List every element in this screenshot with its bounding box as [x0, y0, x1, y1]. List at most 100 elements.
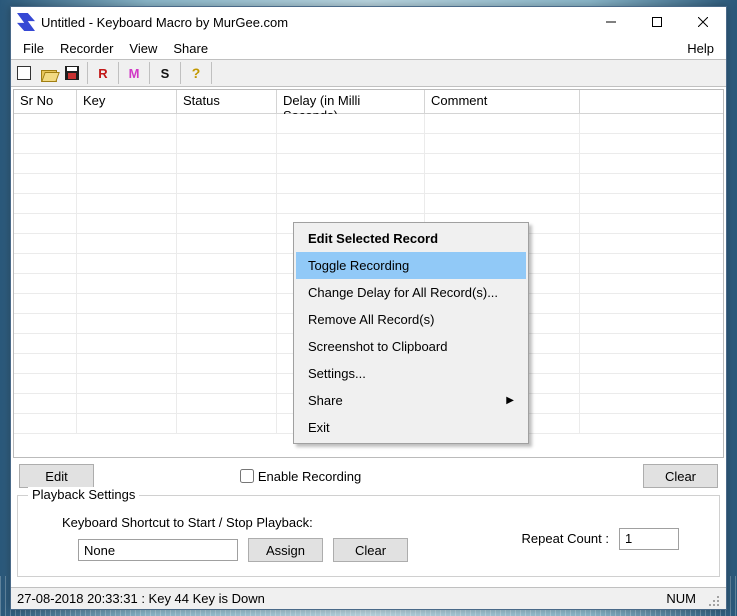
context-menu-item[interactable]: Change Delay for All Record(s)... [296, 279, 526, 306]
resize-grip-icon[interactable] [704, 591, 720, 607]
table-cell [14, 354, 77, 374]
table-cell [14, 234, 77, 254]
enable-recording-checkbox[interactable]: Enable Recording [240, 469, 361, 484]
toolbar-separator [180, 62, 181, 84]
table-cell [277, 194, 425, 214]
repeat-count-input[interactable] [619, 528, 679, 550]
table-cell [14, 274, 77, 294]
new-button[interactable] [13, 62, 35, 84]
s-icon: S [161, 66, 170, 81]
edit-button[interactable]: Edit [19, 464, 94, 488]
table-cell [77, 154, 177, 174]
table-cell [14, 294, 77, 314]
col-status[interactable]: Status [177, 90, 277, 114]
context-menu-item[interactable]: Settings... [296, 360, 526, 387]
table-cell [77, 314, 177, 334]
new-file-icon [17, 66, 31, 80]
table-cell [277, 114, 425, 134]
table-cell [77, 414, 177, 434]
m-icon: M [129, 66, 140, 81]
stop-button[interactable]: S [154, 62, 176, 84]
save-button[interactable] [61, 62, 83, 84]
col-srno[interactable]: Sr No [14, 90, 77, 114]
menu-view[interactable]: View [121, 39, 165, 58]
minimize-button[interactable] [588, 7, 634, 37]
maximize-button[interactable] [634, 7, 680, 37]
table-row[interactable] [14, 174, 723, 194]
help-icon: ? [192, 65, 201, 81]
status-num: NUM [666, 591, 696, 606]
col-key[interactable]: Key [77, 90, 177, 114]
table-cell [77, 114, 177, 134]
context-menu-label: Change Delay for All Record(s)... [308, 285, 498, 300]
toolbar-separator [149, 62, 150, 84]
shortcut-label: Keyboard Shortcut to Start / Stop Playba… [28, 515, 408, 530]
menu-share[interactable]: Share [165, 39, 216, 58]
table-header: Sr No Key Status Delay (in Milli Seconds… [14, 90, 723, 114]
table-cell [425, 174, 580, 194]
table-cell [425, 114, 580, 134]
submenu-arrow-icon: ▶ [506, 395, 514, 406]
table-cell [177, 174, 277, 194]
menu-help[interactable]: Help [679, 39, 722, 58]
playback-clear-button[interactable]: Clear [333, 538, 408, 562]
table-cell [14, 174, 77, 194]
enable-recording-input[interactable] [240, 469, 254, 483]
context-menu-label: Share [308, 393, 343, 408]
context-menu-item[interactable]: Screenshot to Clipboard [296, 333, 526, 360]
record-button[interactable]: R [92, 62, 114, 84]
open-folder-icon [41, 66, 55, 80]
table-cell [77, 354, 177, 374]
table-row[interactable] [14, 134, 723, 154]
clear-button[interactable]: Clear [643, 464, 718, 488]
context-menu-item[interactable]: Remove All Record(s) [296, 306, 526, 333]
table-cell [425, 194, 580, 214]
table-cell [177, 334, 277, 354]
col-delay[interactable]: Delay (in Milli Seconds) [277, 90, 425, 114]
col-comment[interactable]: Comment [425, 90, 580, 114]
menu-file[interactable]: File [15, 39, 52, 58]
context-menu-item[interactable]: Exit [296, 414, 526, 441]
table-cell [77, 394, 177, 414]
context-menu-item[interactable]: Toggle Recording [296, 252, 526, 279]
table-row[interactable] [14, 194, 723, 214]
repeat-count-label: Repeat Count : [522, 531, 609, 546]
context-menu-label: Settings... [308, 366, 366, 381]
table-cell [277, 154, 425, 174]
title-bar: Untitled - Keyboard Macro by MurGee.com [11, 7, 726, 37]
table-cell [77, 234, 177, 254]
context-menu-label: Screenshot to Clipboard [308, 339, 447, 354]
context-menu: Edit Selected Record Toggle Recording Cha… [293, 222, 529, 444]
playback-legend: Playback Settings [28, 487, 139, 502]
window-title: Untitled - Keyboard Macro by MurGee.com [41, 15, 588, 30]
table-cell [14, 134, 77, 154]
macro-button[interactable]: M [123, 62, 145, 84]
close-button[interactable] [680, 7, 726, 37]
table-cell [177, 294, 277, 314]
table-row[interactable] [14, 154, 723, 174]
context-menu-item[interactable]: Share ▶ [296, 387, 526, 414]
table-row[interactable] [14, 114, 723, 134]
shortcut-input[interactable] [78, 539, 238, 561]
col-spacer [580, 90, 723, 114]
table-cell [177, 274, 277, 294]
r-icon: R [98, 66, 107, 81]
table-cell [14, 374, 77, 394]
table-cell [177, 414, 277, 434]
open-button[interactable] [37, 62, 59, 84]
table-cell [177, 114, 277, 134]
table-cell [425, 134, 580, 154]
context-menu-title: Edit Selected Record [296, 225, 526, 252]
table-cell [177, 214, 277, 234]
table-cell [77, 134, 177, 154]
save-disk-icon [65, 66, 79, 80]
assign-button[interactable]: Assign [248, 538, 323, 562]
table-cell [77, 374, 177, 394]
table-cell [77, 294, 177, 314]
help-tb-button[interactable]: ? [185, 62, 207, 84]
menu-recorder[interactable]: Recorder [52, 39, 121, 58]
table-cell [14, 314, 77, 334]
table-cell [77, 214, 177, 234]
table-cell [177, 234, 277, 254]
table-cell [14, 414, 77, 434]
